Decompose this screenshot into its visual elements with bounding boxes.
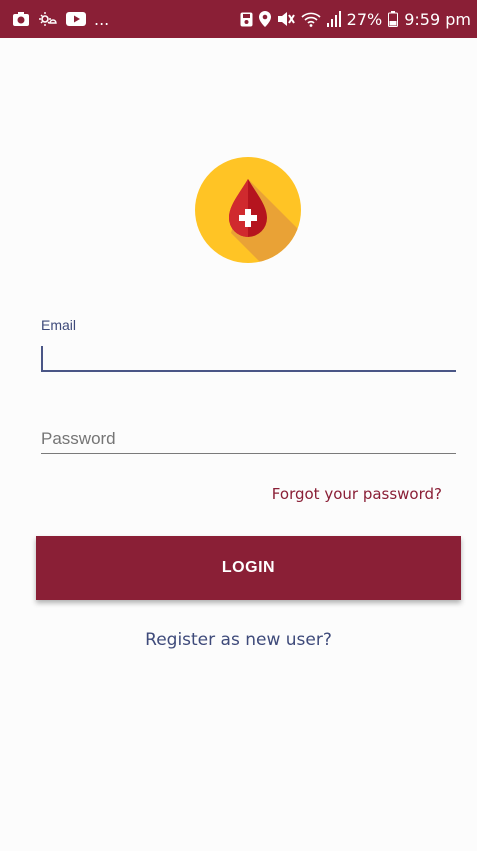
status-bar-left: ...: [12, 10, 109, 29]
status-bar: ... 27% 9:59 pm: [0, 0, 477, 38]
save-icon: [240, 12, 253, 27]
forgot-password-link[interactable]: Forgot your password?: [272, 485, 442, 503]
blood-drop-icon: [195, 157, 301, 263]
email-label: Email: [41, 317, 77, 333]
mute-icon: [277, 11, 295, 27]
login-button[interactable]: LOGIN: [36, 536, 461, 600]
weather-icon: [38, 11, 58, 27]
register-link[interactable]: Register as new user?: [0, 630, 477, 650]
email-field[interactable]: [41, 342, 456, 372]
youtube-icon: [66, 12, 86, 26]
photo-icon: [12, 11, 30, 27]
status-time: 9:59 pm: [404, 9, 471, 29]
battery-icon: [388, 11, 399, 27]
text-cursor: [41, 346, 43, 370]
signal-icon: [326, 11, 341, 27]
status-bar-right: 27% 9:59 pm: [240, 10, 471, 29]
battery-percent: 27%: [346, 9, 383, 29]
status-more: ...: [94, 9, 110, 29]
wifi-icon: [301, 11, 321, 27]
app-logo: [195, 157, 301, 263]
password-field[interactable]: [41, 424, 456, 454]
location-icon: [258, 11, 271, 27]
